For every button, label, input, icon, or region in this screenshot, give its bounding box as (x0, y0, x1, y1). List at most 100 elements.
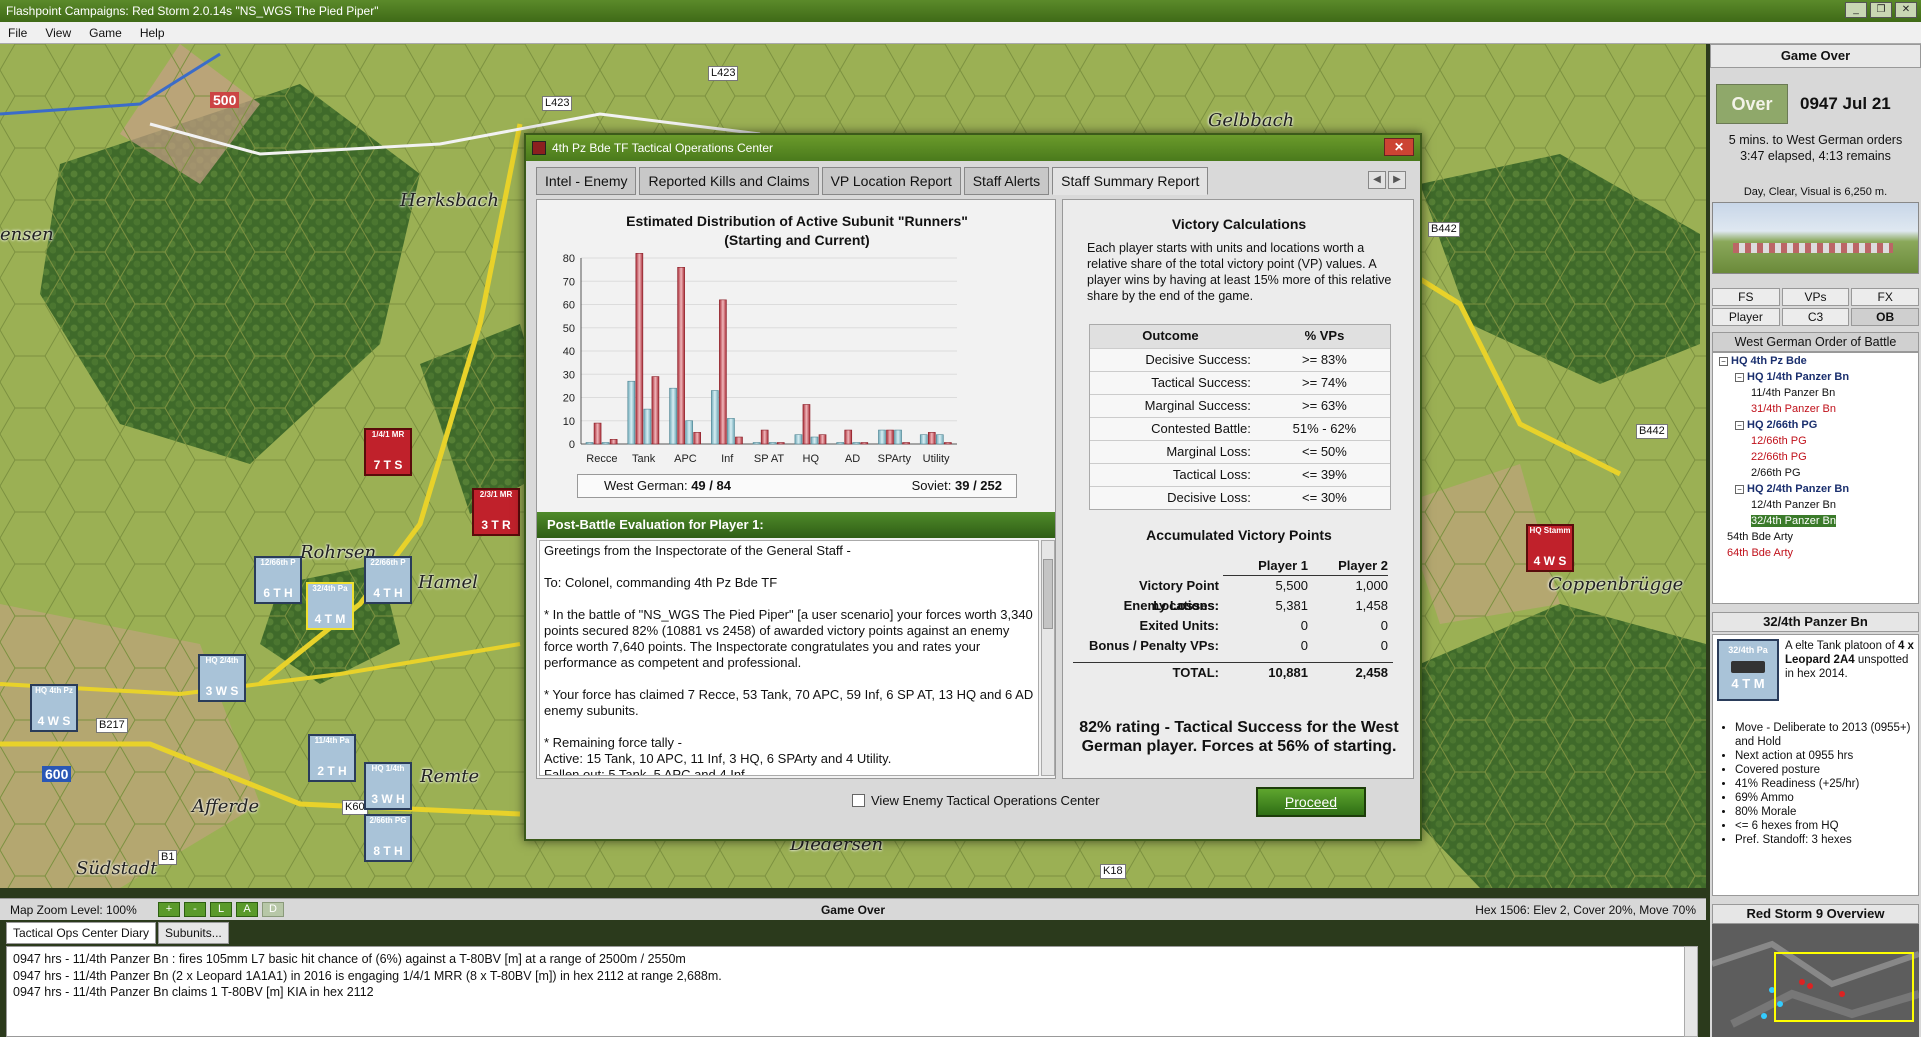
accum-p2: 1,000 (1355, 578, 1388, 593)
chart-bar (776, 442, 785, 445)
c3-button[interactable]: C3 (1781, 308, 1850, 326)
ob-tree-item[interactable]: − HQ 2/4th Panzer Bn (1713, 481, 1918, 497)
tab-staff-summary-report[interactable]: Staff Summary Report (1052, 167, 1209, 195)
ob-tree-item[interactable]: 2/66th PG (1713, 465, 1918, 481)
unit-counter[interactable]: HQ 1/4th 3 W H (364, 762, 412, 810)
vp-marker[interactable]: 600 (42, 766, 72, 782)
evaluation-scrollbar[interactable] (1041, 540, 1055, 776)
collapse-icon[interactable]: − (1735, 420, 1744, 430)
unit-counter[interactable]: HQ 4th Pz 4 W S (30, 684, 78, 732)
order-of-battle-header: West German Order of Battle (1712, 332, 1919, 352)
outcome-value: >= 74% (1302, 375, 1347, 390)
x-tick-label: SPArty (878, 453, 912, 465)
menu-help[interactable]: Help (140, 22, 165, 43)
unit-counter[interactable]: 22/66th P 4 T H (364, 556, 412, 604)
log-scrollbar[interactable] (1684, 946, 1698, 1037)
minimap-view-frame[interactable] (1774, 952, 1914, 1022)
ob-button[interactable]: OB (1851, 308, 1919, 326)
tactical-operations-center-dialog: 4th Pz Bde TF Tactical Operations Center… (524, 133, 1422, 841)
y-tick-label: 70 (563, 276, 575, 288)
unit-info-panel: 32/4th Pa 4 T M A elte Tank platoon of 4… (1712, 634, 1919, 896)
chart-bar (693, 432, 702, 445)
ob-tree-item[interactable]: 32/4th Panzer Bn (1713, 513, 1918, 529)
menu-file[interactable]: File (8, 22, 27, 43)
unit-counter[interactable]: 1/4/1 MR 7 T S (364, 428, 412, 476)
chart-bar (852, 442, 861, 445)
unit-status-item: Pref. Standoff: 3 hexes (1735, 833, 1915, 847)
tab-subunits[interactable]: Subunits... (158, 922, 229, 944)
player-button[interactable]: Player (1712, 308, 1780, 326)
chart-bar (936, 434, 944, 445)
vp-marker[interactable]: 500 (210, 92, 240, 108)
chart-bar (860, 442, 869, 445)
window-title: Flashpoint Campaigns: Red Storm 2.0.14s … (6, 4, 379, 18)
ob-item-label: 12/66th PG (1751, 435, 1807, 447)
overview-minimap[interactable] (1712, 924, 1919, 1037)
ob-tree-item[interactable]: − HQ 2/66th PG (1713, 417, 1918, 433)
ob-tree-item[interactable]: 54th Bde Arty (1713, 529, 1918, 545)
event-log[interactable]: 0947 hrs - 11/4th Panzer Bn : fires 105m… (6, 946, 1696, 1037)
minimize-icon[interactable]: _ (1845, 2, 1867, 18)
over-button[interactable]: Over (1716, 84, 1788, 124)
ob-tree-item[interactable]: 64th Bde Arty (1713, 545, 1918, 561)
menu-view[interactable]: View (45, 22, 71, 43)
player2-col: Player 2 (1308, 556, 1388, 576)
accum-label: Enemy Losses: (1123, 598, 1219, 613)
outcome-row: Tactical Loss: <= 39% (1090, 463, 1390, 486)
chart-bar (719, 299, 727, 445)
unit-status-item: Next action at 0955 hrs (1735, 749, 1915, 763)
ob-tree-item[interactable]: 11/4th Panzer Bn (1713, 385, 1918, 401)
tab-ops-diary[interactable]: Tactical Ops Center Diary (6, 922, 157, 944)
counter-label: 2/66th PG (369, 816, 407, 825)
fs-button[interactable]: FS (1712, 288, 1780, 306)
ob-tree-item[interactable]: 22/66th PG (1713, 449, 1918, 465)
collapse-icon[interactable]: − (1719, 356, 1728, 366)
unit-counter[interactable]: HQ Stamm 4 W S (1526, 524, 1574, 572)
menu-game[interactable]: Game (89, 22, 122, 43)
ob-tree-item[interactable]: 31/4th Panzer Bn (1713, 401, 1918, 417)
ob-tree-item[interactable]: 12/66th PG (1713, 433, 1918, 449)
tab-staff-alerts[interactable]: Staff Alerts (963, 167, 1050, 195)
accum-label: Bonus / Penalty VPs: (1088, 638, 1219, 653)
close-icon[interactable]: ✕ (1895, 2, 1917, 18)
unit-counter[interactable]: 11/4th Pa 2 T H (308, 734, 356, 782)
checkbox-box[interactable] (852, 794, 865, 807)
unit-counter[interactable]: 12/66th P 6 T H (254, 556, 302, 604)
chart-bar (927, 432, 936, 445)
ob-tree-item[interactable]: − HQ 1/4th Panzer Bn (1713, 369, 1918, 385)
collapse-icon[interactable]: − (1735, 372, 1744, 382)
tab-vp-location-report[interactable]: VP Location Report (821, 167, 961, 195)
place-afferde: Afferde (192, 796, 260, 817)
eval-paragraph: * Your force has claimed 7 Recce, 53 Tan… (544, 687, 1034, 718)
collapse-icon[interactable]: − (1735, 484, 1744, 494)
unit-counter[interactable]: 2/66th PG 8 T H (364, 814, 412, 862)
tab-next-icon[interactable]: ▶ (1388, 171, 1406, 189)
unit-counter[interactable]: HQ 2/4th 3 W S (198, 654, 246, 702)
counter-stats: 6 T H (263, 586, 293, 600)
place-remte: Remte (420, 766, 480, 787)
restore-icon[interactable]: ❐ (1870, 2, 1892, 18)
ob-tree-item[interactable]: 12/4th Panzer Bn (1713, 497, 1918, 513)
x-tick-label: Inf (721, 453, 734, 465)
view-enemy-toc-checkbox[interactable]: View Enemy Tactical Operations Center (852, 793, 1100, 808)
tab-prev-icon[interactable]: ◀ (1368, 171, 1386, 189)
unit-counter-selected[interactable]: 32/4th Pa 4 T M (306, 582, 354, 630)
unit-counter[interactable]: 2/3/1 MR 3 T R (472, 488, 520, 536)
chart-bar (919, 434, 928, 445)
evaluation-text[interactable]: Greetings from the Inspectorate of the G… (539, 540, 1039, 776)
proceed-button[interactable]: Proceed (1256, 787, 1366, 817)
tab-reported-kills[interactable]: Reported Kills and Claims (639, 167, 819, 195)
tab-intel-enemy[interactable]: Intel - Enemy (536, 167, 637, 195)
vps-button[interactable]: VPs (1781, 288, 1850, 306)
accum-p2: 1,458 (1355, 598, 1388, 613)
order-of-battle-tree[interactable]: − HQ 4th Pz Bde − HQ 1/4th Panzer Bn 11/4th … (1712, 352, 1919, 604)
road-label: K18 (1100, 864, 1126, 879)
y-tick-label: 80 (563, 253, 575, 265)
ob-tree-item[interactable]: − HQ 4th Pz Bde (1713, 353, 1918, 369)
chart-bar (627, 380, 636, 445)
tank-silhouette-icon (1731, 661, 1765, 673)
dialog-close-icon[interactable]: ✕ (1384, 138, 1414, 156)
log-line: 0947 hrs - 11/4th Panzer Bn : fires 105m… (13, 952, 686, 966)
fx-button[interactable]: FX (1851, 288, 1919, 306)
scroll-thumb[interactable] (1043, 559, 1053, 629)
